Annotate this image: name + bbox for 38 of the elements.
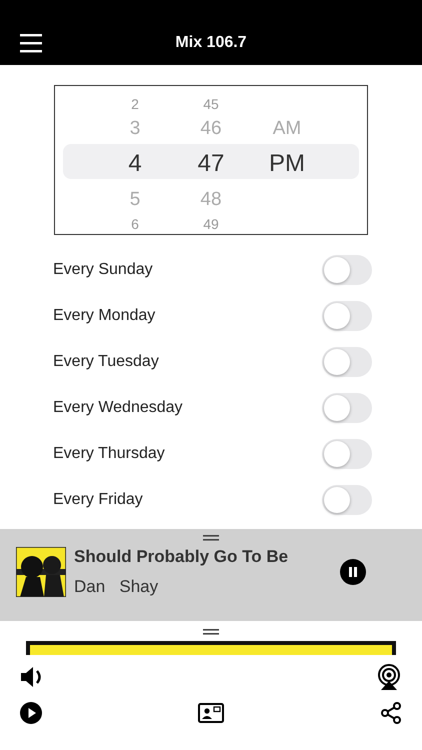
volume-slider[interactable] (26, 641, 396, 655)
day-label: Every Wednesday (53, 399, 183, 417)
contact-card-icon[interactable] (198, 703, 224, 723)
menu-icon[interactable] (20, 33, 42, 53)
day-toggle[interactable] (322, 439, 372, 469)
day-toggle[interactable] (322, 347, 372, 377)
song-title: Should Probably Go To Be (74, 547, 290, 567)
artist-name: Dan Shay (74, 577, 160, 597)
pause-icon[interactable] (340, 559, 366, 585)
day-label: Every Tuesday (53, 353, 159, 371)
day-toggle[interactable] (322, 393, 372, 423)
picker-value[interactable]: PM (269, 150, 305, 178)
drag-handle-icon[interactable] (203, 629, 219, 635)
picker-value[interactable]: 48 (200, 188, 222, 210)
picker-value[interactable]: AM (272, 118, 302, 140)
speaker-icon[interactable] (20, 666, 44, 688)
day-label: Every Sunday (53, 261, 153, 279)
picker-value[interactable]: 45 (203, 96, 219, 112)
share-icon[interactable] (380, 702, 402, 724)
picker-value[interactable]: 47 (198, 150, 224, 178)
day-toggle[interactable] (322, 485, 372, 515)
day-toggle[interactable] (322, 301, 372, 331)
station-title: Mix 106.7 (175, 34, 247, 52)
picker-value[interactable]: 3 (130, 118, 140, 140)
picker-value[interactable]: 6 (131, 216, 139, 232)
day-label: Every Thursday (53, 445, 165, 463)
picker-value[interactable]: 2 (131, 96, 139, 112)
day-toggle[interactable] (322, 255, 372, 285)
drag-handle-icon[interactable] (203, 535, 219, 541)
picker-value[interactable]: 4 (128, 150, 142, 178)
airplay-icon[interactable] (376, 664, 402, 690)
picker-value[interactable]: 46 (200, 118, 222, 140)
picker-value[interactable]: 5 (130, 188, 140, 210)
picker-value[interactable]: 49 (203, 216, 219, 232)
play-icon[interactable] (20, 702, 42, 724)
day-label: Every Friday (53, 491, 143, 509)
day-label: Every Monday (53, 307, 156, 325)
time-picker[interactable]: 2 3 4 5 6 45 46 47 48 49 AM PM (54, 85, 368, 235)
